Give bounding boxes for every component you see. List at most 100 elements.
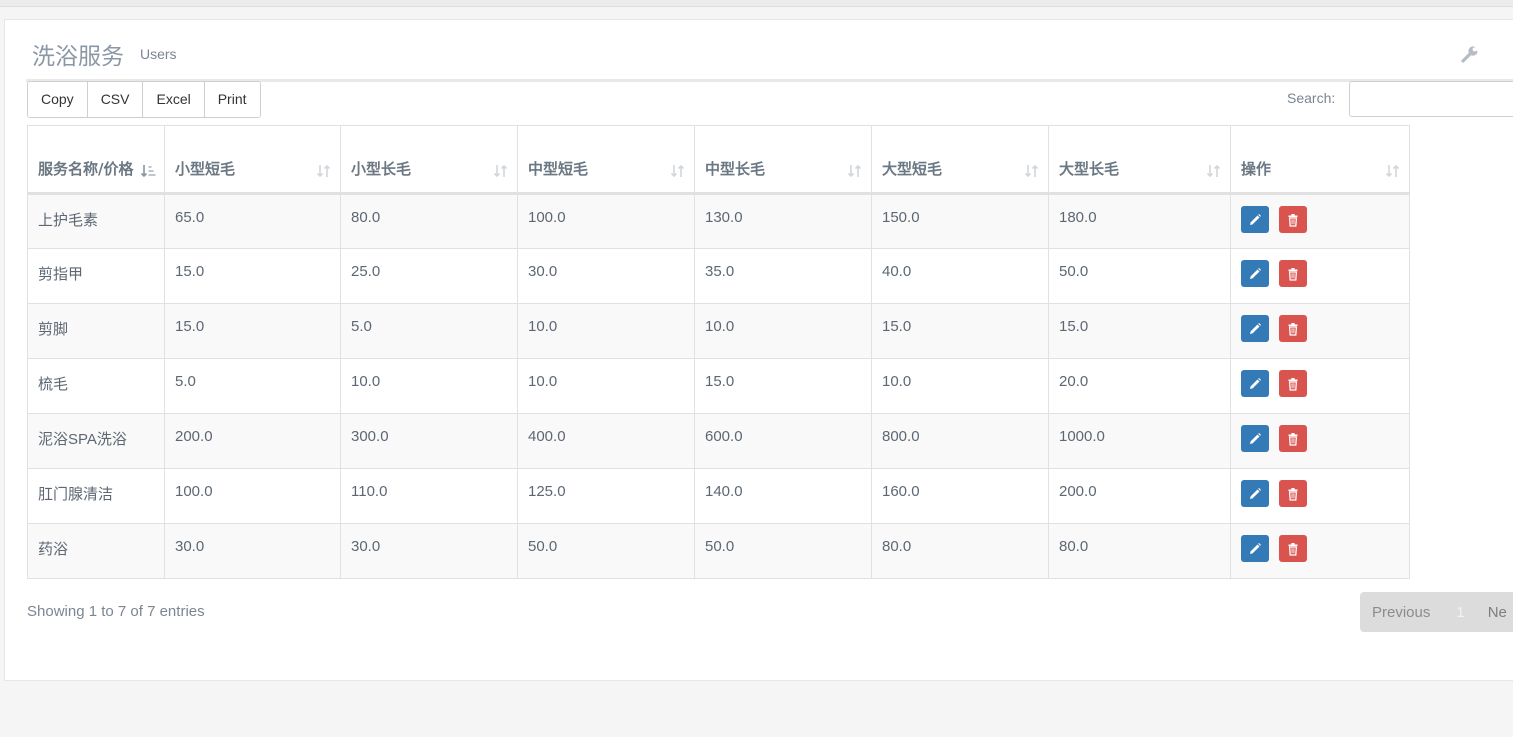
pagination: Previous 1 Ne — [1360, 592, 1513, 632]
sort-icon[interactable] — [1385, 163, 1401, 179]
table-header-row: 服务名称/价格 小型短毛 小型长毛 中型短毛 中型长毛 大型短毛 大型长毛 操作 — [27, 125, 1410, 195]
column-header-2[interactable]: 小型长毛 — [340, 125, 518, 195]
excel-button[interactable]: Excel — [143, 82, 205, 117]
table-body: 上护毛素 65.0 80.0 100.0 130.0 150.0 180.0 剪指甲 15.0 2… — [27, 193, 1410, 579]
trash-icon — [1286, 432, 1300, 446]
price-cell: 50.0 — [694, 523, 872, 579]
service-name-cell: 泥浴SPA洗浴 — [27, 413, 165, 469]
column-header-3[interactable]: 中型短毛 — [517, 125, 695, 195]
page-1-button[interactable]: 1 — [1456, 604, 1464, 621]
service-name-cell: 剪脚 — [27, 303, 165, 359]
actions-cell — [1230, 248, 1410, 304]
edit-button[interactable] — [1241, 535, 1269, 562]
price-cell: 50.0 — [1048, 248, 1231, 304]
column-header-1[interactable]: 小型短毛 — [164, 125, 341, 195]
delete-button[interactable] — [1279, 315, 1307, 342]
pencil-icon — [1248, 432, 1262, 446]
page-subtitle: Users — [140, 46, 177, 62]
copy-button[interactable]: Copy — [28, 82, 88, 117]
price-cell: 15.0 — [164, 303, 341, 359]
trash-icon — [1286, 377, 1300, 391]
actions-cell — [1230, 468, 1410, 524]
delete-button[interactable] — [1279, 260, 1307, 287]
column-header-label: 大型长毛 — [1059, 160, 1120, 178]
table-row: 药浴 30.0 30.0 50.0 50.0 80.0 80.0 — [27, 523, 1410, 579]
pencil-icon — [1248, 267, 1262, 281]
price-cell: 100.0 — [164, 468, 341, 524]
edit-button[interactable] — [1241, 206, 1269, 233]
trash-icon — [1286, 322, 1300, 336]
price-cell: 300.0 — [340, 413, 518, 469]
actions-cell — [1230, 193, 1410, 249]
delete-button[interactable] — [1279, 206, 1307, 233]
price-cell: 25.0 — [340, 248, 518, 304]
price-cell: 30.0 — [340, 523, 518, 579]
sort-icon[interactable] — [1206, 163, 1222, 179]
price-cell: 125.0 — [517, 468, 695, 524]
row-actions — [1241, 425, 1399, 452]
top-strip — [0, 0, 1513, 7]
column-header-7[interactable]: 操作 — [1230, 125, 1410, 195]
edit-button[interactable] — [1241, 480, 1269, 507]
price-cell: 10.0 — [517, 358, 695, 414]
price-cell: 30.0 — [164, 523, 341, 579]
price-cell: 1000.0 — [1048, 413, 1231, 469]
edit-button[interactable] — [1241, 260, 1269, 287]
row-actions — [1241, 206, 1399, 233]
column-header-4[interactable]: 中型长毛 — [694, 125, 872, 195]
column-header-label: 操作 — [1241, 160, 1272, 178]
pencil-icon — [1248, 213, 1262, 227]
wrench-icon[interactable] — [1460, 44, 1480, 64]
table-row: 肛门腺清洁 100.0 110.0 125.0 140.0 160.0 200.0 — [27, 468, 1410, 524]
price-cell: 10.0 — [871, 358, 1049, 414]
price-cell: 600.0 — [694, 413, 872, 469]
price-cell: 80.0 — [1048, 523, 1231, 579]
price-cell: 150.0 — [871, 193, 1049, 249]
delete-button[interactable] — [1279, 370, 1307, 397]
trash-icon — [1286, 267, 1300, 281]
price-cell: 800.0 — [871, 413, 1049, 469]
delete-button[interactable] — [1279, 535, 1307, 562]
sort-ascending-icon[interactable] — [140, 163, 156, 179]
delete-button[interactable] — [1279, 480, 1307, 507]
column-header-5[interactable]: 大型短毛 — [871, 125, 1049, 195]
row-actions — [1241, 370, 1399, 397]
table-row: 剪指甲 15.0 25.0 30.0 35.0 40.0 50.0 — [27, 248, 1410, 304]
search-input[interactable] — [1349, 81, 1513, 117]
price-cell: 5.0 — [340, 303, 518, 359]
price-cell: 160.0 — [871, 468, 1049, 524]
edit-button[interactable] — [1241, 425, 1269, 452]
next-page-button[interactable]: Ne — [1488, 604, 1507, 621]
price-cell: 10.0 — [340, 358, 518, 414]
price-cell: 65.0 — [164, 193, 341, 249]
edit-button[interactable] — [1241, 315, 1269, 342]
price-cell: 15.0 — [164, 248, 341, 304]
column-header-6[interactable]: 大型长毛 — [1048, 125, 1231, 195]
row-actions — [1241, 260, 1399, 287]
table-row: 梳毛 5.0 10.0 10.0 15.0 10.0 20.0 — [27, 358, 1410, 414]
row-actions — [1241, 315, 1399, 342]
edit-button[interactable] — [1241, 370, 1269, 397]
sort-icon[interactable] — [316, 163, 332, 179]
price-cell: 40.0 — [871, 248, 1049, 304]
sort-icon[interactable] — [1024, 163, 1040, 179]
page-title: 洗浴服务 — [32, 44, 124, 70]
sort-icon[interactable] — [493, 163, 509, 179]
sort-icon[interactable] — [847, 163, 863, 179]
pencil-icon — [1248, 487, 1262, 501]
actions-cell — [1230, 413, 1410, 469]
table-row: 泥浴SPA洗浴 200.0 300.0 400.0 600.0 800.0 1000.0 — [27, 413, 1410, 469]
actions-cell — [1230, 358, 1410, 414]
actions-cell — [1230, 303, 1410, 359]
column-header-0[interactable]: 服务名称/价格 — [27, 125, 165, 195]
delete-button[interactable] — [1279, 425, 1307, 452]
price-cell: 200.0 — [164, 413, 341, 469]
price-cell: 5.0 — [164, 358, 341, 414]
print-button[interactable]: Print — [204, 82, 260, 117]
service-name-cell: 梳毛 — [27, 358, 165, 414]
pencil-icon — [1248, 542, 1262, 556]
csv-button[interactable]: CSV — [87, 82, 144, 117]
price-cell: 110.0 — [340, 468, 518, 524]
previous-page-button[interactable]: Previous — [1372, 604, 1430, 621]
sort-icon[interactable] — [670, 163, 686, 179]
